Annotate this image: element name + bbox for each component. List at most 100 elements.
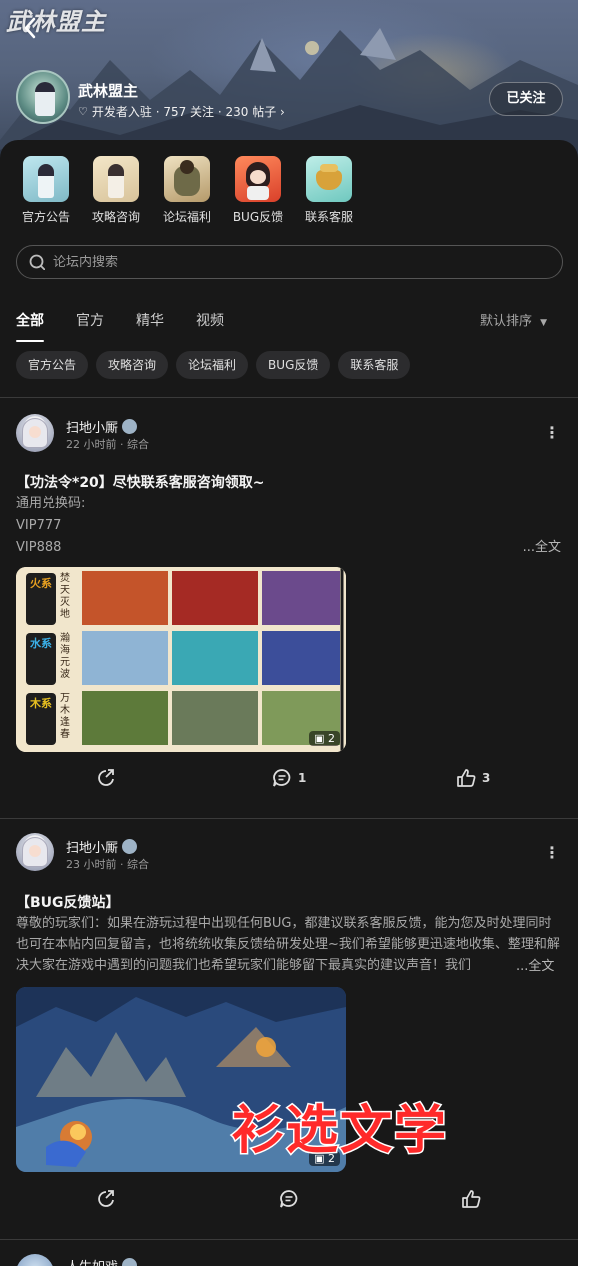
post-card[interactable]: 人生如戏 [0, 1240, 578, 1266]
watermark-text: 衫选文学 [230, 1100, 449, 1163]
share-icon [98, 769, 114, 786]
author-name: 扫地小厮 [66, 841, 119, 856]
post-actions [0, 1189, 578, 1213]
comment-button[interactable] [279, 1189, 299, 1209]
row-label-wood: 木系 [30, 697, 52, 710]
post-time: 22 小时前 · 综合 [66, 438, 149, 451]
avatar[interactable] [16, 833, 54, 871]
read-more-link[interactable]: ...全文 [523, 537, 561, 558]
comment-count: 1 [298, 771, 307, 785]
author-name: 人生如戏 [66, 1256, 118, 1266]
diamond-icon: ♡ [78, 105, 88, 118]
caret-down-icon: ▼ [540, 318, 548, 328]
announcement-icon [23, 156, 69, 202]
forum-meta[interactable]: ♡ 开发者入驻 · 757 关注 · 230 帖子 › [78, 103, 285, 120]
like-button[interactable] [461, 1189, 481, 1209]
scrollbar[interactable] [578, 0, 597, 1266]
quick-link-label: 联系客服 [304, 210, 353, 224]
search-input[interactable] [53, 254, 493, 270]
image-icon: ▣ [314, 732, 325, 745]
avatar[interactable] [16, 414, 54, 452]
like-button[interactable]: 3 [456, 768, 490, 788]
follow-button[interactable]: 已关注 [489, 82, 563, 116]
post-body-text: 尊敬的玩家们：如果在游玩过程中出现任何BUG，都建议联系客服反馈，能为您及时处理… [16, 916, 560, 973]
content-tabs: 全部 官方 精华 视频 [16, 310, 256, 342]
quick-link-announcement[interactable]: 官方公告 [16, 156, 76, 225]
chip-announcement[interactable]: 官方公告 [16, 351, 89, 379]
row-caption: 焚天灭地 [60, 573, 70, 620]
chip-guide[interactable]: 攻略咨询 [96, 351, 169, 379]
post-author[interactable]: 人生如戏 [66, 1256, 138, 1266]
forum-banner: 武林盟主 武林盟主 ♡ 开发者入驻 · 757 关注 · 230 帖子 › 已关… [0, 0, 578, 160]
forum-app: 武林盟主 武林盟主 ♡ 开发者入驻 · 757 关注 · 230 帖子 › 已关… [0, 0, 578, 1266]
post-card[interactable]: 扫地小厮 23 小时前 · 综合 ⋮ 【BUG反馈站】 尊敬的玩家们：如果在游玩… [0, 819, 578, 1239]
chip-bug-feedback[interactable]: BUG反馈 [256, 351, 331, 379]
verified-badge-icon [122, 1258, 138, 1266]
tab-official[interactable]: 官方 [76, 310, 104, 336]
welfare-icon [164, 156, 210, 202]
post-author[interactable]: 扫地小厮 [66, 837, 138, 856]
comment-icon [273, 769, 291, 787]
post-body[interactable]: 通用兑换码: VIP777 VIP888 ...全文 [16, 493, 561, 558]
forum-name: 武林盟主 [78, 82, 139, 100]
avatar[interactable] [16, 1254, 54, 1266]
guide-icon [93, 156, 139, 202]
thumbs-up-icon [462, 1190, 481, 1208]
more-options-icon[interactable]: ⋮ [544, 423, 560, 442]
post-time: 23 小时前 · 综合 [66, 858, 149, 871]
sort-dropdown[interactable]: 默认排序 ▼ [480, 310, 547, 329]
thumbs-up-icon [457, 769, 476, 787]
quick-link-guide[interactable]: 攻略咨询 [86, 156, 146, 225]
comment-button[interactable]: 1 [272, 768, 306, 788]
read-more-link[interactable]: ...全文 [512, 956, 555, 977]
post-actions: 1 3 [0, 768, 578, 792]
chevron-left-icon [24, 17, 36, 39]
quick-link-label: 论坛福利 [162, 210, 211, 224]
row-label-water: 水系 [30, 637, 52, 650]
quick-link-label: 官方公告 [21, 210, 70, 224]
game-logo-watermark: 武林盟主 [6, 8, 106, 36]
post-image[interactable]: 火系 水系 木系 焚天灭地 瀚海元波 万木逢春 ▣ 2 [16, 567, 346, 752]
back-button[interactable] [22, 16, 46, 44]
author-name: 扫地小厮 [66, 421, 119, 436]
forum-meta-text: 开发者入驻 · 757 关注 · 230 帖子 › [91, 105, 285, 119]
bug-feedback-icon [235, 156, 281, 202]
tab-video[interactable]: 视频 [196, 310, 224, 336]
quick-link-label: 攻略咨询 [91, 210, 140, 224]
share-button[interactable] [96, 768, 116, 788]
tab-all[interactable]: 全部 [16, 310, 44, 342]
forum-avatar [16, 70, 70, 124]
search-icon [29, 254, 45, 270]
verified-badge-icon [122, 419, 138, 434]
post-body-line: VIP777 [16, 518, 62, 533]
forum-search[interactable] [16, 245, 563, 279]
row-caption: 瀚海元波 [60, 633, 70, 680]
quick-link-label: BUG反馈 [232, 210, 284, 224]
like-count: 3 [482, 771, 491, 785]
post-body-line: VIP888 [16, 540, 62, 555]
share-button[interactable] [96, 1189, 116, 1209]
image-count-badge: ▣ 2 [309, 731, 340, 746]
more-options-icon[interactable]: ⋮ [544, 843, 560, 862]
post-body-line: 通用兑换码: [16, 496, 86, 511]
tab-featured[interactable]: 精华 [136, 310, 164, 336]
post-title[interactable]: 【功法令*20】尽快联系客服咨询领取~ [16, 472, 265, 492]
image-count: 2 [328, 732, 335, 745]
quick-link-customer-service[interactable]: 联系客服 [299, 156, 359, 225]
quick-link-welfare[interactable]: 论坛福利 [157, 156, 217, 225]
post-card[interactable]: 扫地小厮 22 小时前 · 综合 ⋮ 【功法令*20】尽快联系客服咨询领取~ 通… [0, 398, 578, 818]
category-chips: 官方公告 攻略咨询 论坛福利 BUG反馈 联系客服 [16, 351, 411, 379]
row-caption: 万木逢春 [60, 693, 70, 740]
chip-customer-service[interactable]: 联系客服 [338, 351, 411, 379]
post-author[interactable]: 扫地小厮 [66, 417, 138, 436]
sort-label: 默认排序 [480, 314, 533, 329]
post-title[interactable]: 【BUG反馈站】 [16, 892, 120, 912]
customer-service-icon [306, 156, 352, 202]
row-label-fire: 火系 [30, 577, 52, 590]
chip-welfare[interactable]: 论坛福利 [176, 351, 249, 379]
verified-badge-icon [122, 839, 138, 854]
quick-link-bug-feedback[interactable]: BUG反馈 [228, 156, 288, 225]
post-body[interactable]: 尊敬的玩家们：如果在游玩过程中出现任何BUG，都建议联系客服反馈，能为您及时处理… [16, 913, 561, 976]
share-icon [98, 1190, 114, 1207]
comment-icon [280, 1190, 298, 1208]
